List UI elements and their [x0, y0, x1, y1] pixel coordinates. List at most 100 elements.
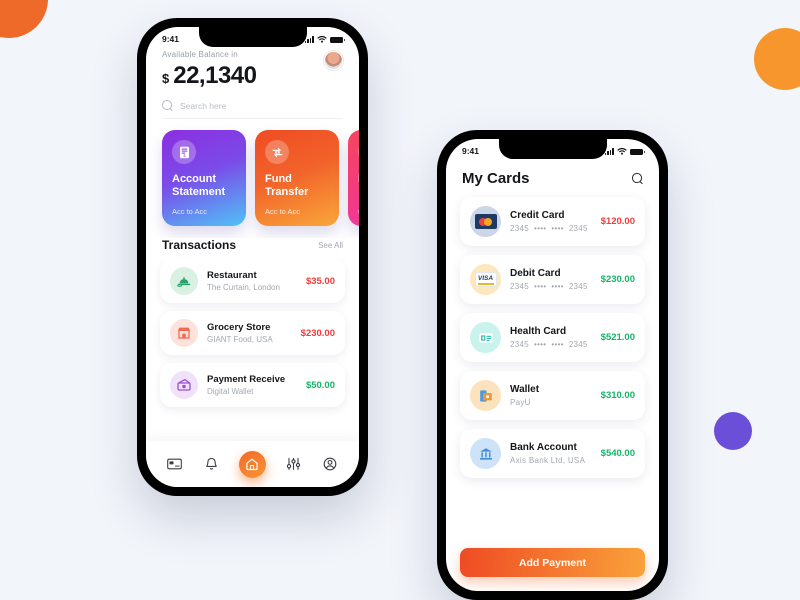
transaction-text: Grocery Store GIANT Food, USA: [207, 322, 292, 344]
add-payment-button[interactable]: Add Payment: [460, 548, 645, 577]
search-icon[interactable]: [632, 173, 643, 184]
action-card-fund-transfer[interactable]: $ Fund Transfer Acc to Acc: [255, 130, 339, 226]
wallet-icon: [470, 380, 501, 411]
card-number-suffix: 2345: [568, 224, 588, 233]
card-number-prefix: 2345: [510, 282, 529, 291]
card-text: Wallet PayU: [510, 384, 592, 407]
balance-row: $ 22,1340: [162, 62, 343, 90]
balance-amount: 22,1340: [173, 62, 257, 89]
transactions-scroll-area[interactable]: Restaurant The Curtain, London $35.00 Gr…: [146, 259, 359, 441]
transaction-subtitle: The Curtain, London: [207, 283, 280, 292]
card-amount: $230.00: [600, 274, 635, 285]
phone-mockup-cards: 9:41 My Cards Credit Card 2345 •••• ••••…: [437, 130, 668, 600]
card-row[interactable]: VISA Debit Card 2345 •••• •••• 2345 $230…: [460, 255, 645, 304]
payment-receive-icon: [170, 371, 198, 399]
wifi-icon: [617, 147, 627, 155]
see-all-link[interactable]: See All: [318, 241, 343, 250]
card-number-prefix: 2345: [510, 224, 529, 233]
search-placeholder: Search here: [180, 100, 227, 111]
signal-icon: [304, 36, 314, 43]
transaction-name: Grocery Store: [207, 322, 271, 333]
card-row[interactable]: Credit Card 2345 •••• •••• 2345 $120.00: [460, 197, 645, 246]
action-card-subtitle: Acc to Acc: [172, 207, 208, 216]
nav-home[interactable]: [238, 450, 266, 478]
action-card-title: Pay Bills: [358, 173, 359, 186]
card-subtitle: Axis Bank Ltd, USA: [510, 456, 586, 465]
currency-symbol: $: [162, 71, 170, 86]
card-text: Credit Card 2345 •••• •••• 2345: [510, 210, 592, 233]
transaction-row[interactable]: Payment Receive Digital Wallet $50.00: [160, 363, 345, 407]
avatar[interactable]: [324, 51, 343, 70]
status-time: 9:41: [162, 34, 180, 44]
transaction-row[interactable]: Restaurant The Curtain, London $35.00: [160, 259, 345, 303]
card-number-mask-a: ••••: [534, 340, 547, 349]
mastercard-icon: [474, 214, 497, 229]
card-amount: $540.00: [600, 448, 635, 459]
nav-profile[interactable]: [320, 454, 340, 474]
decorative-circle-orange-right: [754, 28, 800, 90]
status-time: 9:41: [462, 146, 480, 156]
transaction-text: Payment Receive Digital Wallet: [207, 374, 297, 396]
card-row[interactable]: Bank Account Axis Bank Ltd, USA $540.00: [460, 429, 645, 478]
card-number-mask-b: ••••: [551, 282, 564, 291]
card-number-masked: 2345 •••• •••• 2345: [510, 282, 592, 291]
search-input[interactable]: Search here: [162, 100, 343, 119]
card-number-mask-b: ••••: [551, 224, 564, 233]
transaction-name: Payment Receive: [207, 374, 286, 385]
phone-mockup-home: 9:41 Available Balance in $ 22,1340 Sear…: [137, 18, 368, 496]
nav-notifications[interactable]: [202, 454, 222, 474]
decorative-circle-orange-top-left: [0, 0, 48, 38]
card-name: Credit Card: [510, 210, 565, 221]
card-number-masked: 2345 •••• •••• 2345: [510, 224, 592, 233]
search-icon: [162, 100, 173, 111]
transaction-amount: $230.00: [300, 327, 335, 339]
card-number-masked: 2345 •••• •••• 2345: [510, 340, 592, 349]
cards-screen: 9:41 My Cards Credit Card 2345 •••• ••••…: [446, 139, 659, 591]
card-row[interactable]: Wallet PayU $310.00: [460, 371, 645, 420]
balance-header: Available Balance in $ 22,1340: [146, 46, 359, 90]
transaction-subtitle: GIANT Food, USA: [207, 335, 273, 344]
page-title: My Cards: [462, 170, 530, 187]
cards-list: Credit Card 2345 •••• •••• 2345 $120.00 V…: [446, 197, 659, 537]
card-row[interactable]: Health Card 2345 •••• •••• 2345 $521.00: [460, 313, 645, 362]
card-name: Health Card: [510, 326, 567, 337]
transaction-text: Restaurant The Curtain, London: [207, 270, 297, 292]
card-name: Debit Card: [510, 268, 561, 279]
status-indicators: [604, 147, 645, 155]
transaction-subtitle: Digital Wallet: [207, 387, 254, 396]
card-text: Bank Account Axis Bank Ltd, USA: [510, 442, 592, 465]
home-screen: 9:41 Available Balance in $ 22,1340 Sear…: [146, 27, 359, 487]
card-name: Wallet: [510, 384, 540, 395]
action-card-subtitle: Gov: [358, 207, 359, 216]
visa-icon: VISA: [470, 264, 501, 295]
action-card-account-statement[interactable]: $ Account Statement Acc to Acc: [162, 130, 246, 226]
phone-notch: [198, 27, 307, 47]
transactions-list: Restaurant The Curtain, London $35.00 Gr…: [146, 259, 359, 407]
decorative-circle-purple-bottom-right: [714, 412, 752, 450]
card-amount: $310.00: [600, 390, 635, 401]
statement-icon: $: [172, 140, 196, 164]
bill-icon: [358, 140, 359, 164]
card-amount: $120.00: [600, 216, 635, 227]
card-text: Health Card 2345 •••• •••• 2345: [510, 326, 592, 349]
quick-action-cards: $ Account Statement Acc to Acc $ Fund Tr…: [146, 119, 359, 238]
status-indicators: [304, 35, 345, 43]
action-card-title: Fund Transfer: [265, 173, 309, 198]
transaction-row[interactable]: Grocery Store GIANT Food, USA $230.00: [160, 311, 345, 355]
action-card-title: Account Statement: [172, 173, 226, 198]
action-card-subtitle: Acc to Acc: [265, 207, 301, 216]
card-number-mask-a: ••••: [534, 282, 547, 291]
balance-label: Available Balance in: [162, 50, 238, 59]
health-card-icon: [470, 322, 501, 353]
signal-icon: [604, 148, 614, 155]
card-number-mask-b: ••••: [551, 340, 564, 349]
nav-settings[interactable]: [283, 454, 303, 474]
transaction-name: Restaurant: [207, 270, 257, 281]
transactions-title: Transactions: [162, 238, 237, 252]
visa-icon: VISA: [474, 272, 497, 287]
transaction-amount: $50.00: [305, 379, 335, 391]
nav-cards[interactable]: [165, 454, 185, 474]
card-subtitle: PayU: [510, 398, 531, 407]
action-card-pay-bills[interactable]: Pay Bills Gov: [348, 130, 359, 226]
card-name: Bank Account: [510, 442, 577, 453]
